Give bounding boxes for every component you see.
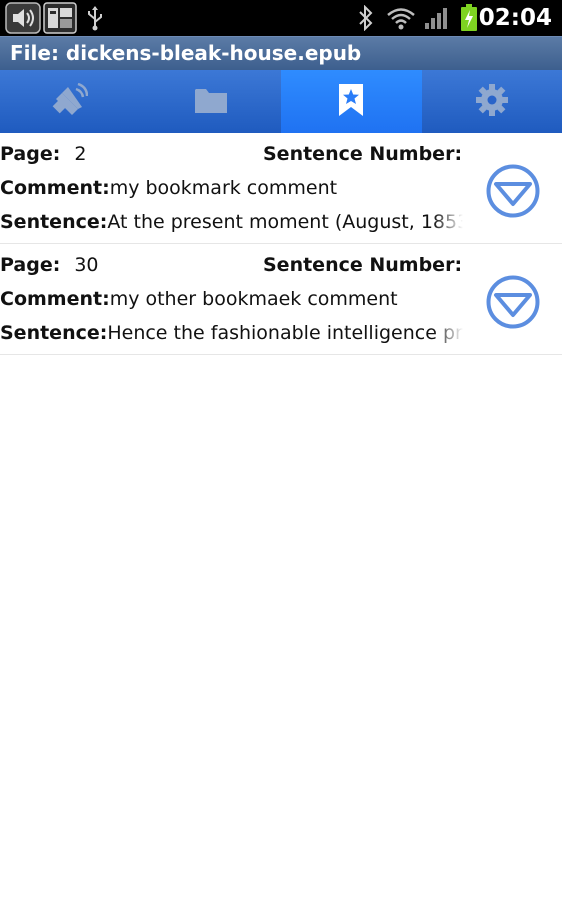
tab-bar	[0, 70, 562, 133]
page-label: Page:	[0, 254, 61, 276]
page-label: Page:	[0, 143, 61, 165]
comment-label: Comment:	[0, 177, 110, 199]
tab-settings[interactable]	[422, 70, 562, 133]
media-notification-icon[interactable]	[4, 0, 42, 36]
tab-bookmarks[interactable]	[281, 70, 422, 133]
bluetooth-icon	[354, 0, 378, 36]
speaker-icon	[52, 82, 89, 121]
comment-row: Comment:my bookmark comment	[0, 171, 463, 205]
sentence-number-block: Sentence Number:6	[263, 248, 463, 282]
list-item[interactable]: Page: 2 Sentence Number:9 Comment:my book…	[0, 133, 562, 244]
chevron-down-circle-icon	[486, 164, 540, 218]
status-time: 02:04	[478, 5, 552, 31]
tab-speaker[interactable]	[0, 70, 141, 133]
signal-icon	[423, 0, 449, 36]
sentence-label: Sentence:	[0, 211, 108, 233]
text-fade	[433, 316, 463, 350]
status-bar: 02:04	[0, 0, 562, 36]
sentence-number-label: Sentence Number:	[263, 143, 463, 165]
sentence-number-label: Sentence Number:	[263, 254, 463, 276]
file-title: File: dickens-bleak-house.epub	[10, 41, 362, 65]
sentence-value: At the present moment (August, 1853) the…	[107, 211, 463, 233]
bookmark-star-icon	[338, 83, 364, 121]
chevron-down-circle-icon	[486, 275, 540, 329]
page-value: 30	[74, 254, 99, 276]
sentence-row: Sentence:Hence the fashionable intellige…	[0, 316, 463, 350]
page-row: Page: 2 Sentence Number:9	[0, 137, 463, 171]
sentence-value: Hence the fashionable intelligence procl…	[107, 322, 463, 344]
sentence-label: Sentence:	[0, 322, 108, 344]
wifi-icon	[385, 0, 417, 36]
sentence-number-block: Sentence Number:9	[263, 137, 463, 171]
comment-row: Comment:my other bookmaek comment	[0, 282, 463, 316]
expand-button[interactable]	[486, 164, 540, 218]
comment-value: my bookmark comment	[109, 177, 338, 199]
tab-files[interactable]	[141, 70, 282, 133]
app-notification-icon[interactable]	[42, 0, 78, 36]
comment-label: Comment:	[0, 288, 110, 310]
title-bar: File: dickens-bleak-house.epub	[0, 36, 562, 70]
sentence-row: Sentence:At the present moment (August, …	[0, 205, 463, 239]
page-row: Page: 30 Sentence Number:6	[0, 248, 463, 282]
page-value: 2	[74, 143, 87, 165]
text-fade	[433, 205, 463, 239]
expand-button[interactable]	[486, 275, 540, 329]
comment-value: my other bookmaek comment	[109, 288, 398, 310]
folder-icon	[194, 86, 228, 118]
list-item[interactable]: Page: 30 Sentence Number:6 Comment:my oth…	[0, 244, 562, 355]
gear-icon	[475, 83, 509, 121]
usb-icon	[84, 0, 106, 36]
battery-charging-icon	[458, 0, 480, 36]
bookmark-list: Page:2 Sentence Number:9 Comment:my book…	[0, 133, 562, 355]
